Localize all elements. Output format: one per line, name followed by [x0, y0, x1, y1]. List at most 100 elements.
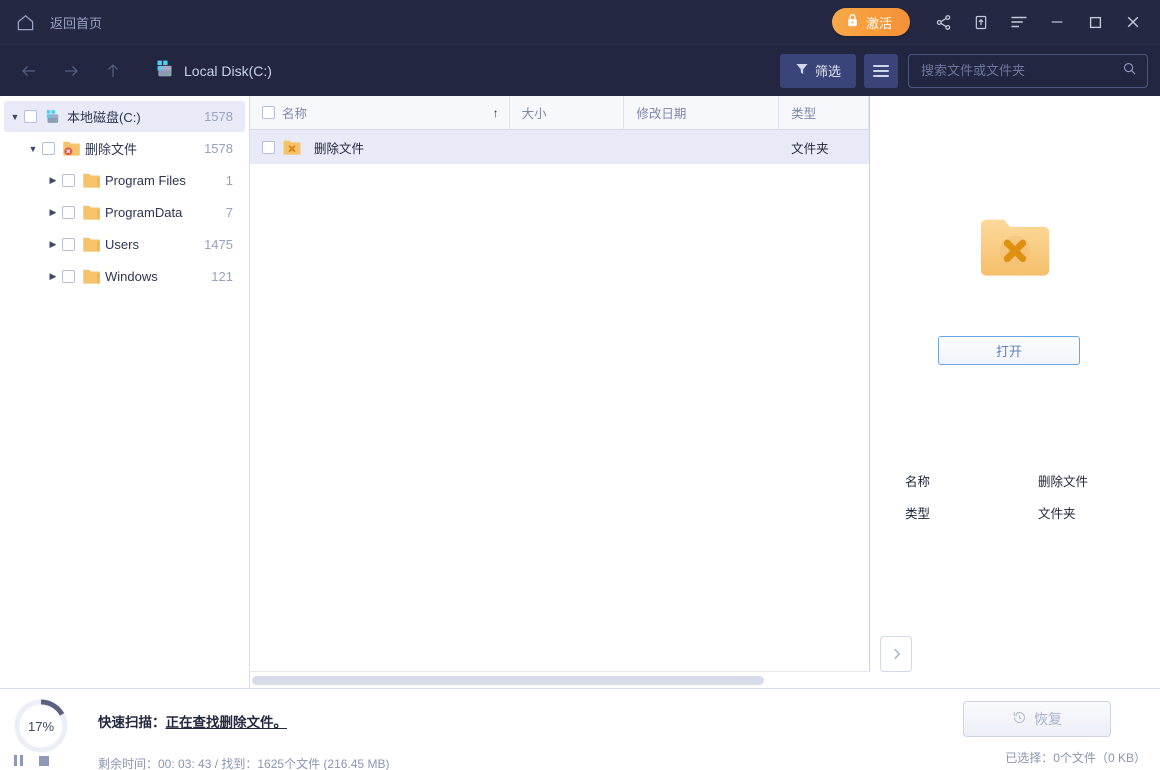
- hard-disk-icon: [154, 58, 175, 84]
- hard-disk-icon: [44, 108, 61, 125]
- file-name: 删除文件: [314, 138, 364, 157]
- chevron-down-icon[interactable]: ▼: [24, 144, 42, 154]
- pause-icon[interactable]: [14, 755, 23, 766]
- horizontal-scrollbar[interactable]: [250, 671, 870, 688]
- search-icon[interactable]: [1122, 61, 1137, 81]
- column-label-date: 修改日期: [636, 103, 686, 122]
- arrow-up-icon[interactable]: [96, 54, 130, 88]
- column-label-type: 类型: [791, 103, 816, 122]
- home-icon[interactable]: [10, 7, 40, 37]
- tree-item-label: 删除文件: [85, 139, 137, 158]
- table-row[interactable]: 删除文件 文件夹: [250, 130, 869, 164]
- scrollbar-thumb[interactable]: [252, 676, 764, 685]
- cell-size: [510, 130, 625, 164]
- tree-checkbox[interactable]: [62, 270, 75, 283]
- close-icon[interactable]: [1118, 7, 1148, 37]
- search-input[interactable]: [921, 63, 1122, 78]
- file-details: 名称 删除文件 类型 文件夹: [905, 464, 1155, 528]
- column-header-date[interactable]: 修改日期: [624, 96, 779, 130]
- detail-value: 文件夹: [1038, 503, 1076, 522]
- breadcrumb[interactable]: Local Disk(C:): [154, 58, 272, 84]
- breadcrumb-label: Local Disk(C:): [184, 63, 272, 79]
- recover-label: 恢复: [1034, 709, 1062, 729]
- maximize-icon[interactable]: [1080, 7, 1110, 37]
- stop-icon[interactable]: [39, 755, 49, 766]
- recover-button[interactable]: 恢复: [963, 701, 1111, 737]
- restore-clock-icon: [1012, 710, 1027, 728]
- window-controls: 激活: [832, 0, 1160, 44]
- tree-checkbox[interactable]: [42, 142, 55, 155]
- folder-icon: [82, 172, 99, 189]
- chevron-right-icon[interactable]: [880, 636, 912, 672]
- home-link[interactable]: 返回首页: [50, 13, 102, 32]
- share-icon[interactable]: [928, 7, 958, 37]
- column-header-size[interactable]: 大小: [510, 96, 625, 130]
- tree-item-deleted-files[interactable]: ▼ 删除文件 1578: [4, 133, 245, 164]
- tree-item-count: 1578: [204, 109, 233, 124]
- detail-key: 类型: [905, 503, 1038, 522]
- tree-checkbox[interactable]: [62, 206, 75, 219]
- tree-checkbox[interactable]: [62, 238, 75, 251]
- tree-item-program-files[interactable]: ▶ Program Files 1: [4, 165, 245, 196]
- tree-item-label: Users: [105, 237, 139, 252]
- main-content: ▼ 本地磁盘(C:) 1578 ▼: [0, 96, 1160, 688]
- open-button[interactable]: 打开: [938, 336, 1080, 365]
- menu-icon[interactable]: [1004, 7, 1034, 37]
- tree-item-users[interactable]: ▶ Users 1475: [4, 229, 245, 260]
- chevron-down-icon[interactable]: ▼: [6, 112, 24, 122]
- preview-panel: 打开 名称 删除文件 类型 文件夹: [870, 96, 1160, 688]
- row-checkbox[interactable]: [262, 141, 275, 154]
- scan-controls: [14, 755, 49, 766]
- status-bar: 17% 快速扫描：正在查找删除文件。 剩余时间：00: 03: 43 / 找到：…: [0, 688, 1160, 770]
- chevron-right-icon[interactable]: ▶: [44, 175, 62, 186]
- tree-item-label: 本地磁盘(C:): [67, 107, 141, 126]
- navigation-toolbar: Local Disk(C:) 筛选: [0, 44, 1160, 96]
- tree-item-count: 121: [211, 269, 233, 284]
- chevron-right-icon[interactable]: ▶: [44, 239, 62, 250]
- toolbar-right: 筛选: [780, 54, 1148, 88]
- column-header-type[interactable]: 类型: [779, 96, 869, 130]
- folder-deleted-icon: [62, 140, 79, 157]
- detail-value: 删除文件: [1038, 471, 1088, 490]
- chevron-right-icon[interactable]: ▶: [44, 207, 62, 218]
- tree-item-label: Windows: [105, 269, 158, 284]
- funnel-icon: [795, 62, 809, 79]
- cell-type: 文件夹: [779, 130, 869, 164]
- search-box[interactable]: [908, 54, 1148, 88]
- selected-summary: 已选择：0个文件（0 KB）: [1005, 749, 1146, 766]
- arrow-right-icon[interactable]: [54, 54, 88, 88]
- progress-ring: 17%: [12, 697, 70, 755]
- app-window: 返回首页 激活: [0, 0, 1160, 770]
- column-label-name: 名称: [282, 103, 307, 122]
- folder-deleted-icon: [282, 139, 302, 156]
- tree-checkbox[interactable]: [62, 174, 75, 187]
- column-header-name[interactable]: 名称 ↑: [250, 96, 510, 130]
- file-list-body: 删除文件 文件夹: [250, 130, 869, 688]
- minimize-icon[interactable]: [1042, 7, 1072, 37]
- arrow-left-icon[interactable]: [12, 54, 46, 88]
- tree-item-local-disk[interactable]: ▼ 本地磁盘(C:) 1578: [4, 101, 245, 132]
- folder-icon: [82, 204, 99, 221]
- file-list: 名称 ↑ 大小 修改日期 类型: [250, 96, 870, 688]
- tree-item-label: Program Files: [105, 173, 186, 188]
- title-bar: 返回首页 激活: [0, 0, 1160, 44]
- tree-item-windows[interactable]: ▶ Windows 121: [4, 261, 245, 292]
- export-icon[interactable]: [966, 7, 996, 37]
- scan-status-detail: 正在查找删除文件。: [166, 715, 288, 730]
- tree-checkbox[interactable]: [24, 110, 37, 123]
- select-all-checkbox[interactable]: [262, 106, 275, 119]
- cell-date: [624, 130, 779, 164]
- tree-item-programdata[interactable]: ▶ ProgramData 7: [4, 197, 245, 228]
- tree-item-count: 1: [226, 173, 233, 188]
- folder-icon: [82, 236, 99, 253]
- column-label-size: 大小: [522, 103, 547, 122]
- filter-button[interactable]: 筛选: [780, 54, 856, 88]
- chevron-right-icon[interactable]: ▶: [44, 271, 62, 282]
- scan-status-text: 快速扫描：正在查找删除文件。: [98, 711, 287, 731]
- activate-button[interactable]: 激活: [832, 8, 910, 36]
- sort-ascending-icon[interactable]: ↑: [493, 106, 499, 120]
- folder-icon: [82, 268, 99, 285]
- list-view-icon[interactable]: [864, 54, 898, 88]
- tree-item-count: 1475: [204, 237, 233, 252]
- tree-item-label: ProgramData: [105, 205, 182, 220]
